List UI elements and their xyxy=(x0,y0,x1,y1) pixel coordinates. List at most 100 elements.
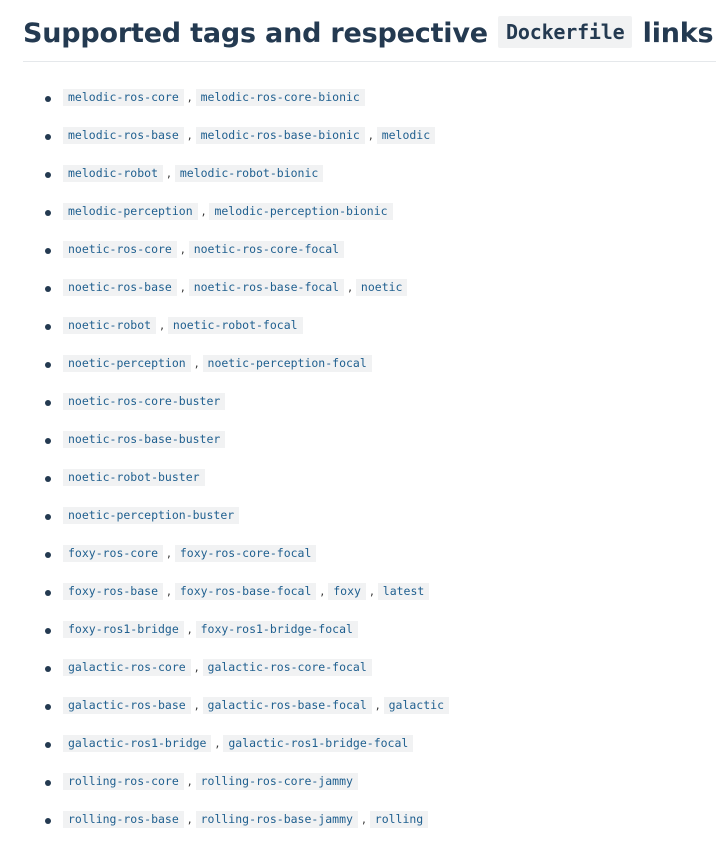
tag-separator: , xyxy=(375,698,380,712)
bullet-icon xyxy=(45,248,51,254)
tag-link[interactable]: noetic-ros-core-focal xyxy=(188,241,345,258)
heading-code: Dockerfile xyxy=(498,16,633,48)
tag-link[interactable]: galactic xyxy=(383,697,449,714)
bullet-icon xyxy=(45,628,51,634)
tag-link[interactable]: foxy-ros-core xyxy=(63,545,164,562)
bullet-icon xyxy=(45,742,51,748)
list-item: noetic-perception-buster xyxy=(0,507,716,545)
list-item: melodic-robot, melodic-robot-bionic xyxy=(0,165,716,203)
tag-link[interactable]: latest xyxy=(377,583,430,600)
tag-link[interactable]: melodic-ros-base xyxy=(63,127,184,144)
tag-link[interactable]: melodic-perception-bionic xyxy=(209,203,393,220)
tag-link[interactable]: noetic-ros-core-buster xyxy=(63,393,226,410)
list-item: noetic-ros-base-buster xyxy=(0,431,716,469)
bullet-icon xyxy=(45,552,51,558)
tag-separator: , xyxy=(187,812,192,826)
tag-link[interactable]: rolling-ros-base-jammy xyxy=(195,811,358,828)
list-item: noetic-robot-buster xyxy=(0,469,716,507)
list-item: rolling-ros-base, rolling-ros-base-jammy,… xyxy=(0,811,716,849)
page-heading: Supported tags and respective Dockerfile… xyxy=(23,14,714,54)
list-item: galactic-ros1-bridge, galactic-ros1-bridg… xyxy=(0,735,716,773)
tag-link[interactable]: noetic-perception-buster xyxy=(63,507,240,524)
bullet-icon xyxy=(45,286,51,292)
list-item: galactic-ros-core, galactic-ros-core-foca… xyxy=(0,659,716,697)
bullet-icon xyxy=(45,210,51,216)
bullet-icon xyxy=(45,704,51,710)
tag-link[interactable]: melodic-ros-base-bionic xyxy=(195,127,365,144)
bullet-icon xyxy=(45,780,51,786)
tag-link[interactable]: galactic-ros-base-focal xyxy=(202,697,372,714)
tag-link[interactable]: noetic-ros-base xyxy=(63,279,177,296)
list-item: noetic-robot, noetic-robot-focal xyxy=(0,317,716,355)
bullet-icon xyxy=(45,590,51,596)
tag-link[interactable]: noetic-robot-focal xyxy=(167,317,303,334)
list-item: noetic-ros-core-buster xyxy=(0,393,716,431)
bullet-icon xyxy=(45,134,51,140)
tag-separator: , xyxy=(187,128,192,142)
tag-separator: , xyxy=(369,584,374,598)
tag-separator: , xyxy=(201,204,206,218)
tag-link[interactable]: melodic-perception xyxy=(63,203,198,220)
tag-link[interactable]: noetic-robot xyxy=(63,317,157,334)
tag-separator: , xyxy=(187,90,192,104)
bullet-icon xyxy=(45,362,51,368)
list-item: melodic-ros-base, melodic-ros-base-bionic… xyxy=(0,127,716,165)
tag-separator: , xyxy=(180,280,185,294)
tag-link[interactable]: rolling-ros-core xyxy=(63,773,184,790)
tag-separator: , xyxy=(180,242,185,256)
tag-link[interactable]: melodic-ros-core xyxy=(63,89,184,106)
list-item: noetic-ros-core, noetic-ros-core-focal xyxy=(0,241,716,279)
list-item: foxy-ros1-bridge, foxy-ros1-bridge-focal xyxy=(0,621,716,659)
tag-link[interactable]: foxy xyxy=(328,583,366,600)
tag-link[interactable]: melodic-ros-core-bionic xyxy=(195,89,365,106)
tag-link[interactable]: foxy-ros-core-focal xyxy=(174,545,317,562)
bullet-icon xyxy=(45,400,51,406)
tag-link[interactable]: rolling xyxy=(369,811,429,828)
list-item: melodic-ros-core, melodic-ros-core-bionic xyxy=(0,89,716,127)
tag-link[interactable]: noetic-ros-core xyxy=(63,241,177,258)
bullet-icon xyxy=(45,818,51,824)
tag-link[interactable]: rolling-ros-core-jammy xyxy=(195,773,358,790)
tag-link[interactable]: foxy-ros-base-focal xyxy=(174,583,317,600)
tag-link[interactable]: rolling-ros-base xyxy=(63,811,184,828)
tag-link[interactable]: melodic xyxy=(376,127,436,144)
tag-separator: , xyxy=(320,584,325,598)
tag-separator: , xyxy=(368,128,373,142)
tag-separator: , xyxy=(194,660,199,674)
tag-link[interactable]: galactic-ros1-bridge xyxy=(63,735,212,752)
tag-separator: , xyxy=(361,812,366,826)
tag-link[interactable]: galactic-ros1-bridge-focal xyxy=(223,735,414,752)
tag-link[interactable]: noetic-robot-buster xyxy=(63,469,205,486)
tag-link[interactable]: galactic-ros-base xyxy=(63,697,191,714)
tag-link[interactable]: noetic-perception-focal xyxy=(202,355,372,372)
tag-link[interactable]: foxy-ros-base xyxy=(63,583,164,600)
tag-link[interactable]: foxy-ros1-bridge xyxy=(63,621,184,638)
bullet-icon xyxy=(45,172,51,178)
tag-link[interactable]: noetic-perception xyxy=(63,355,191,372)
bullet-icon xyxy=(45,514,51,520)
list-item: rolling-ros-core, rolling-ros-core-jammy xyxy=(0,773,716,811)
tag-separator: , xyxy=(348,280,352,294)
tag-link[interactable]: galactic-ros-core xyxy=(63,659,191,676)
bullet-icon xyxy=(45,476,51,482)
list-item: noetic-ros-base, noetic-ros-base-focal, no… xyxy=(0,279,716,317)
tag-link[interactable]: noetic-ros-base-buster xyxy=(63,431,226,448)
heading-divider xyxy=(23,61,716,62)
list-item: foxy-ros-core, foxy-ros-core-focal xyxy=(0,545,716,583)
tag-link[interactable]: noetic-ros-base-focal xyxy=(188,279,345,296)
tag-list: melodic-ros-core, melodic-ros-core-bionic… xyxy=(0,89,716,849)
bullet-icon xyxy=(45,96,51,102)
tag-link[interactable]: foxy-ros1-bridge-focal xyxy=(195,621,358,638)
tag-link[interactable]: melodic-robot-bionic xyxy=(174,165,324,182)
heading-suffix: links xyxy=(642,18,714,49)
tag-link[interactable]: noetic xyxy=(355,279,408,296)
tag-separator: , xyxy=(187,774,192,788)
list-item: noetic-perception, noetic-perception-foca… xyxy=(0,355,716,393)
list-item: foxy-ros-base, foxy-ros-base-focal, foxy, l… xyxy=(0,583,716,621)
tag-separator: , xyxy=(215,736,220,750)
tag-separator: , xyxy=(194,356,199,370)
tag-link[interactable]: galactic-ros-core-focal xyxy=(202,659,372,676)
list-item: melodic-perception, melodic-perception-bi… xyxy=(0,203,716,241)
bullet-icon xyxy=(45,324,51,330)
tag-link[interactable]: melodic-robot xyxy=(63,165,164,182)
